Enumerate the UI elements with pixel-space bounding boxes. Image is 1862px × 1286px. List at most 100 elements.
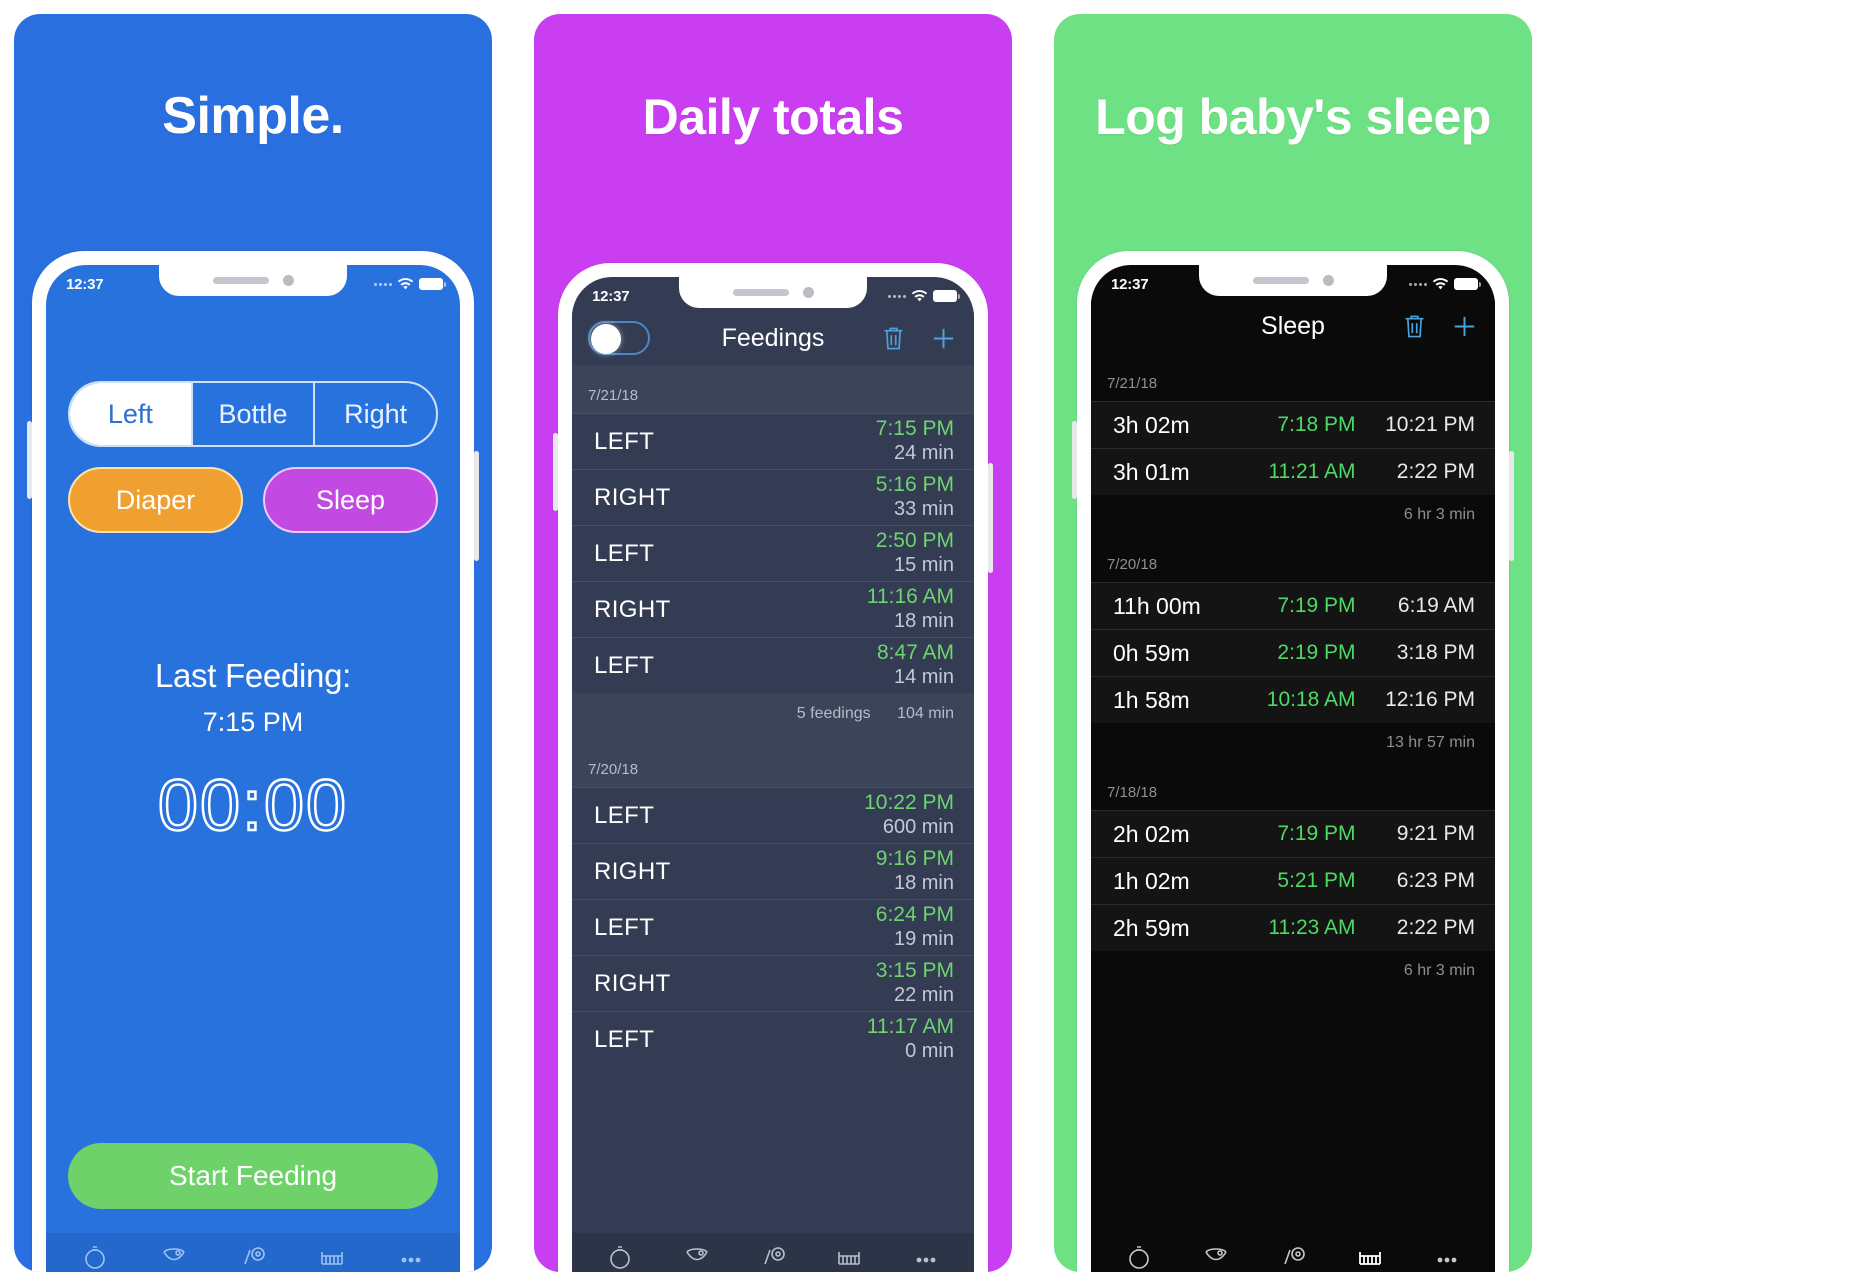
sleep-button[interactable]: Sleep — [263, 467, 438, 533]
phone2-side-button — [553, 433, 558, 511]
tab-pumping-icon[interactable] — [1273, 1240, 1313, 1272]
view-mode-toggle[interactable] — [588, 321, 650, 355]
section-summary: 6 hr 3 min — [1091, 951, 1495, 1006]
quick-action-buttons: Diaper Sleep — [68, 467, 438, 533]
phone-mockup-2: 12:37 Feedings 7/21/18 LEFT 7:15 PM 24 m… — [553, 263, 993, 1272]
phone1-side-button — [27, 421, 32, 499]
feeding-duration: 18 min — [893, 872, 954, 895]
battery-icon — [933, 290, 960, 302]
phone-mockup-3: 12:37 Sleep 7/21/18 3h 02m 7:18 PM 10:21… — [1072, 251, 1514, 1272]
tab-pumping-icon[interactable] — [753, 1240, 793, 1272]
sleep-list[interactable]: 7/21/18 3h 02m 7:18 PM 10:21 PM 3h 01m 1… — [1091, 353, 1495, 1233]
notch — [159, 265, 347, 296]
toggle-knob — [591, 324, 621, 354]
feeding-duration: 600 min — [882, 816, 954, 839]
feedings-list[interactable]: 7/21/18 LEFT 7:15 PM 24 min RIGHT 5:16 P… — [572, 365, 974, 1233]
feeding-duration: 19 min — [893, 928, 954, 951]
trash-icon — [1405, 315, 1424, 337]
table-row[interactable]: RIGHT 3:15 PM 22 min — [572, 955, 974, 1011]
segment-bottle[interactable]: Bottle — [190, 383, 314, 445]
speaker-grill — [732, 289, 789, 296]
phone1-screen: 12:37 Left Bottle Right Diaper Sleep Las… — [46, 265, 460, 1272]
sleep-duration: 3h 02m — [1113, 411, 1190, 438]
panel-log-sleep: Log baby's sleep 12:37 Sleep 7/21/18 3h … — [1054, 14, 1532, 1272]
tab-diaper-icon[interactable] — [154, 1240, 194, 1272]
feeding-values: 8:47 AM 14 min — [877, 641, 954, 689]
notch — [1199, 265, 1387, 296]
feeding-side: RIGHT — [594, 595, 671, 623]
table-row[interactable]: LEFT 11:17 AM 0 min — [572, 1011, 974, 1067]
tab-diaper-icon[interactable] — [1196, 1240, 1236, 1272]
notch — [679, 277, 867, 308]
table-row[interactable]: RIGHT 9:16 PM 18 min — [572, 843, 974, 899]
sleep-duration: 2h 02m — [1113, 820, 1190, 847]
feeding-time: 6:24 PM — [875, 903, 954, 927]
feeding-values: 11:17 AM 0 min — [867, 1015, 954, 1063]
sleep-end-time: 3:18 PM — [1396, 641, 1475, 664]
status-time: 12:37 — [66, 275, 104, 293]
tab-pumping-icon[interactable] — [233, 1240, 273, 1272]
tab-bottle-icon[interactable] — [1119, 1240, 1159, 1272]
start-feeding-button[interactable]: Start Feeding — [68, 1143, 438, 1209]
sleep-end-time: 6:19 AM — [1397, 594, 1475, 617]
front-camera — [282, 275, 294, 286]
table-row[interactable]: 0h 59m 2:19 PM 3:18 PM — [1091, 629, 1495, 676]
diaper-button[interactable]: Diaper — [68, 467, 243, 533]
table-row[interactable]: RIGHT 5:16 PM 33 min — [572, 469, 974, 525]
phone3-side-button — [1072, 421, 1077, 499]
date-header: 7/20/18 — [572, 753, 974, 787]
table-row[interactable]: 3h 01m 11:21 AM 2:22 PM — [1091, 448, 1495, 495]
last-feeding-block: Last Feeding: 7:15 PM — [46, 657, 460, 738]
table-row[interactable]: LEFT 10:22 PM 600 min — [572, 787, 974, 843]
tab-more-icon[interactable] — [1427, 1240, 1467, 1272]
segment-left[interactable]: Left — [70, 383, 191, 445]
summary-count: 5 feedings — [796, 705, 871, 722]
feeding-side: LEFT — [594, 913, 655, 941]
tab-bar-3 — [1091, 1233, 1495, 1272]
table-row[interactable]: RIGHT 11:16 AM 18 min — [572, 581, 974, 637]
feeding-values: 10:22 PM 600 min — [864, 791, 954, 839]
feeding-side: LEFT — [594, 427, 655, 455]
nav-actions — [1401, 312, 1479, 341]
table-row[interactable]: 1h 02m 5:21 PM 6:23 PM — [1091, 857, 1495, 904]
segment-right[interactable]: Right — [313, 383, 436, 445]
feeding-time: 9:16 PM — [875, 847, 954, 871]
tab-more-icon[interactable] — [391, 1240, 431, 1272]
tab-crib-icon[interactable] — [829, 1240, 869, 1272]
tab-crib-icon[interactable] — [1350, 1240, 1390, 1272]
feeding-time: 11:17 AM — [866, 1015, 954, 1039]
table-row[interactable]: LEFT 2:50 PM 15 min — [572, 525, 974, 581]
feeding-time: 3:15 PM — [875, 959, 954, 983]
section-summary: 13 hr 57 min — [1091, 723, 1495, 778]
table-row[interactable]: LEFT 6:24 PM 19 min — [572, 899, 974, 955]
nav-bar-sleep: Sleep — [1091, 299, 1495, 353]
table-row[interactable]: 2h 59m 11:23 AM 2:22 PM — [1091, 904, 1495, 951]
table-row[interactable]: 2h 02m 7:19 PM 9:21 PM — [1091, 810, 1495, 857]
tab-bottle-icon[interactable] — [75, 1240, 115, 1272]
tab-more-icon[interactable] — [906, 1240, 946, 1272]
date-header: 7/20/18 — [1091, 550, 1495, 582]
date-header: 7/21/18 — [572, 365, 974, 413]
battery-icon — [419, 278, 446, 290]
feeding-values: 9:16 PM 18 min — [876, 847, 954, 895]
phone-mockup-1: 12:37 Left Bottle Right Diaper Sleep Las… — [27, 251, 479, 1272]
feeding-values: 2:50 PM 15 min — [876, 529, 954, 577]
feeding-duration: 24 min — [893, 442, 954, 465]
tab-crib-icon[interactable] — [312, 1240, 352, 1272]
feeding-type-segmented-control[interactable]: Left Bottle Right — [68, 381, 438, 447]
tab-bottle-icon[interactable] — [600, 1240, 640, 1272]
section-summary: 5 feedings 104 min — [572, 693, 974, 753]
status-indicators — [374, 277, 446, 291]
status-indicators — [888, 289, 960, 303]
table-row[interactable]: LEFT 8:47 AM 14 min — [572, 637, 974, 693]
table-row[interactable]: 11h 00m 7:19 PM 6:19 AM — [1091, 582, 1495, 629]
table-row[interactable]: LEFT 7:15 PM 24 min — [572, 413, 974, 469]
table-row[interactable]: 3h 02m 7:18 PM 10:21 PM — [1091, 401, 1495, 448]
sleep-duration: 2h 59m — [1113, 914, 1190, 941]
feeding-time: 11:16 AM — [866, 585, 954, 609]
tab-diaper-icon[interactable] — [677, 1240, 717, 1272]
table-row[interactable]: 1h 58m 10:18 AM 12:16 PM — [1091, 676, 1495, 723]
feeding-duration: 0 min — [905, 1040, 954, 1063]
sleep-end-time: 2:22 PM — [1396, 916, 1475, 939]
phone3-screen: 12:37 Sleep 7/21/18 3h 02m 7:18 PM 10:21… — [1091, 265, 1495, 1272]
